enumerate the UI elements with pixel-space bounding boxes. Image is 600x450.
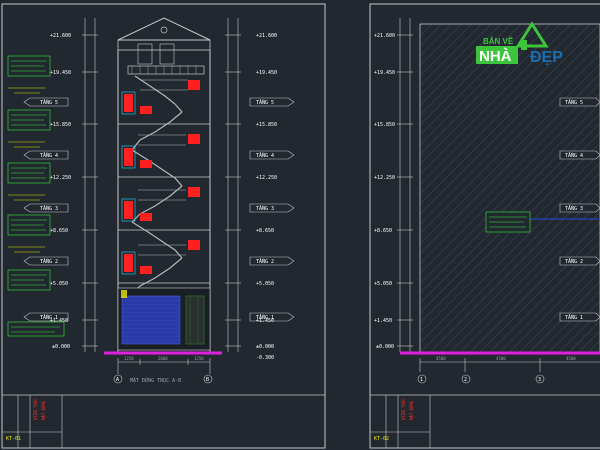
svg-text:TẦNG 1: TẦNG 1 — [256, 314, 274, 321]
svg-text:+12.250: +12.250 — [50, 175, 71, 181]
svg-text:+19.450: +19.450 — [374, 70, 395, 76]
svg-text:±0.000: ±0.000 — [52, 344, 70, 350]
svg-text:TẦNG 1: TẦNG 1 — [565, 314, 583, 321]
svg-text:4500: 4500 — [566, 356, 576, 361]
svg-text:+19.450: +19.450 — [256, 70, 277, 76]
top-balcony — [127, 65, 205, 75]
svg-text:TẦNG 4: TẦNG 4 — [256, 152, 274, 159]
svg-text:TẦNG 1: TẦNG 1 — [40, 314, 58, 321]
svg-text:TẦNG 5: TẦNG 5 — [565, 99, 583, 106]
floor-tags-right: TẦNG 5 TẦNG 4 TẦNG 3 TẦNG 2 TẦNG 1 — [249, 97, 295, 322]
svg-text:TẦNG 3: TẦNG 3 — [40, 205, 58, 212]
yellow-notes — [8, 87, 45, 253]
svg-text:1250: 1250 — [194, 356, 204, 361]
svg-text:+21.600: +21.600 — [256, 33, 277, 39]
svg-text:+5.050: +5.050 — [256, 281, 274, 287]
svg-text:TẦNG 3: TẦNG 3 — [565, 205, 583, 212]
svg-text:1: 1 — [420, 377, 423, 383]
svg-text:TẦNG 5: TẦNG 5 — [40, 99, 58, 106]
svg-text:2: 2 — [464, 377, 467, 383]
svg-text:TẦNG 3: TẦNG 3 — [256, 205, 274, 212]
right-sheet[interactable]: KT-02 KIẾN TRÚC MẶT ĐỨNG +21.600 +19.450… — [369, 3, 600, 449]
svg-text:+21.600: +21.600 — [50, 33, 71, 39]
svg-text:+8.650: +8.650 — [50, 228, 68, 234]
svg-text:ĐẸP: ĐẸP — [530, 49, 563, 66]
svg-text:MẶT ĐỨNG: MẶT ĐỨNG — [41, 400, 46, 420]
wall-note — [485, 211, 531, 233]
svg-text:TẦNG 4: TẦNG 4 — [565, 152, 583, 159]
svg-text:3: 3 — [538, 377, 541, 383]
elevation-labels-right: +21.600 +19.450 +15.850 +12.250 +8.650 +… — [256, 33, 277, 361]
svg-text:4500: 4500 — [496, 356, 506, 361]
svg-text:B: B — [206, 377, 209, 383]
svg-text:+5.050: +5.050 — [50, 281, 68, 287]
svg-text:4500: 4500 — [436, 356, 446, 361]
svg-text:+12.250: +12.250 — [374, 175, 395, 181]
svg-text:±0.000: ±0.000 — [256, 344, 274, 350]
svg-text:+15.850: +15.850 — [374, 122, 395, 128]
side-wall-hatch — [419, 23, 600, 353]
svg-text:1250: 1250 — [124, 356, 134, 361]
left-sheet-code: KT-01 — [6, 436, 21, 442]
floor-tags-left: TẦNG 5 TẦNG 4 TẦNG 3 TẦNG 2 TẦNG 1 — [23, 97, 69, 322]
ground-floor-door — [121, 295, 181, 345]
right-dimension-chain — [397, 18, 413, 352]
cad-viewport[interactable]: KT-01 KIẾN TRÚC MẶT ĐỨNG +21.600 +19.450… — [0, 0, 600, 450]
drawing-title: MẶT ĐỨNG TRỤC A-B — [130, 377, 181, 384]
svg-text:+8.650: +8.650 — [374, 228, 392, 234]
dimension-chain-right — [225, 18, 241, 352]
svg-text:+1.450: +1.450 — [374, 318, 392, 324]
svg-text:+12.250: +12.250 — [256, 175, 277, 181]
svg-text:TẦNG 5: TẦNG 5 — [256, 99, 274, 106]
svg-text:KIẾN TRÚC: KIẾN TRÚC — [401, 398, 406, 420]
dimension-chain-left — [82, 18, 98, 352]
svg-text:-0.300: -0.300 — [256, 355, 274, 361]
left-sheet[interactable]: KT-01 KIẾN TRÚC MẶT ĐỨNG +21.600 +19.450… — [1, 3, 326, 449]
svg-text:BẢN VẼ: BẢN VẼ — [483, 37, 514, 46]
drawing-canvas[interactable]: KT-01 KIẾN TRÚC MẶT ĐỨNG +21.600 +19.450… — [0, 0, 600, 450]
svg-text:+15.850: +15.850 — [256, 122, 277, 128]
svg-text:+21.600: +21.600 — [374, 33, 395, 39]
svg-text:2800: 2800 — [158, 356, 168, 361]
svg-text:+15.850: +15.850 — [50, 122, 71, 128]
right-elevation-labels: +21.600 +19.450 +15.850 +12.250 +8.650 +… — [374, 33, 395, 350]
svg-text:+5.050: +5.050 — [374, 281, 392, 287]
svg-text:A: A — [116, 377, 119, 383]
elevation-labels-left: +21.600 +19.450 +15.850 +12.250 +8.650 +… — [50, 33, 71, 350]
right-sheet-code: KT-02 — [374, 436, 389, 442]
svg-text:TẦNG 2: TẦNG 2 — [565, 258, 583, 265]
roof-gable — [117, 17, 211, 41]
svg-text:MẶT ĐỨNG: MẶT ĐỨNG — [409, 400, 414, 420]
svg-text:±0.000: ±0.000 — [376, 344, 394, 350]
staircase — [131, 75, 183, 295]
svg-text:TẦNG 4: TẦNG 4 — [40, 152, 58, 159]
svg-text:TẦNG 2: TẦNG 2 — [40, 258, 58, 265]
svg-text:+8.650: +8.650 — [256, 228, 274, 234]
svg-text:TẦNG 2: TẦNG 2 — [256, 258, 274, 265]
svg-text:KIẾN TRÚC: KIẾN TRÚC — [33, 398, 38, 420]
svg-text:+19.450: +19.450 — [50, 70, 71, 76]
building-elevation[interactable] — [117, 17, 211, 352]
svg-text:NHÀ: NHÀ — [479, 48, 512, 65]
